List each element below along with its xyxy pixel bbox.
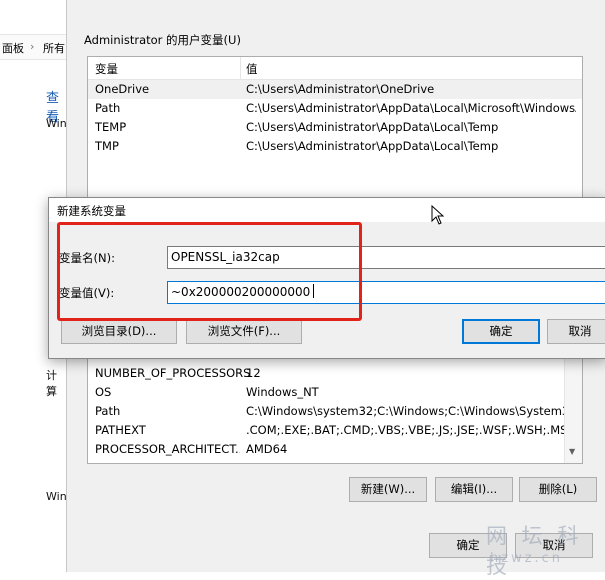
- breadcrumb-item-panel[interactable]: 面板: [2, 40, 24, 56]
- user-variables-label: Administrator 的用户变量(U): [84, 33, 241, 47]
- column-header-variable[interactable]: 变量: [95, 61, 118, 77]
- variable-name: Path: [95, 101, 121, 115]
- list-header: 变量 值: [88, 57, 582, 80]
- watermark-url: hzwz.cn: [490, 551, 564, 566]
- system-variables-list[interactable]: NUMBER_OF_PROCESSORS 12 OS Windows_NT Pa…: [87, 346, 583, 464]
- breadcrumb: 面板 › 所有: [0, 34, 66, 60]
- list-item[interactable]: PATHEXT .COM;.EXE;.BAT;.CMD;.VBS;.VBE;.J…: [88, 421, 582, 440]
- list-item[interactable]: TMP C:\Users\Administrator\AppData\Local…: [88, 137, 582, 156]
- watermark: 网 坛 科 技: [486, 524, 583, 578]
- variable-name: PATHEXT: [95, 423, 146, 437]
- variable-value: .COM;.EXE;.BAT;.CMD;.VBS;.VBE;.JS;.JSE;.…: [246, 423, 566, 437]
- list-item[interactable]: OneDrive C:\Users\Administrator\OneDrive: [88, 80, 582, 99]
- variable-value: C:\Users\Administrator\AppData\Local\Mic…: [246, 101, 576, 115]
- chevron-right-icon: ›: [30, 40, 35, 53]
- user-variables-list[interactable]: 变量 值 OneDrive C:\Users\Administrator\One…: [87, 56, 583, 198]
- breadcrumb-item-all[interactable]: 所有: [43, 40, 65, 56]
- variable-value: Windows_NT: [246, 385, 319, 399]
- background-text: Win: [46, 117, 67, 130]
- variable-name: NUMBER_OF_PROCESSORS: [95, 366, 251, 380]
- list-item[interactable]: TEMP C:\Users\Administrator\AppData\Loca…: [88, 118, 582, 137]
- scroll-down-icon[interactable]: ▼: [569, 447, 575, 456]
- dialog-ok-button[interactable]: 确定: [462, 319, 540, 344]
- variable-value: C:\Users\Administrator\AppData\Local\Tem…: [246, 139, 499, 153]
- variable-value: C:\Windows\system32;C:\Windows;C:\Window…: [246, 404, 566, 418]
- edit-variable-button[interactable]: 编辑(I)...: [435, 477, 513, 502]
- variable-name: PROCESSOR_ARCHITECT...: [95, 442, 240, 456]
- list-item[interactable]: NUMBER_OF_PROCESSORS 12: [88, 364, 582, 383]
- browse-file-button[interactable]: 浏览文件(F)...: [186, 319, 302, 344]
- dialog-titlebar[interactable]: 新建系统变量: [49, 198, 605, 222]
- variable-name: TMP: [95, 139, 119, 153]
- list-item[interactable]: Path C:\Users\Administrator\AppData\Loca…: [88, 99, 582, 118]
- list-item[interactable]: Path C:\Windows\system32;C:\Windows;C:\W…: [88, 402, 582, 421]
- variable-name: Path: [95, 404, 121, 418]
- variable-value: 12: [246, 366, 261, 380]
- annotation-highlight-box: [57, 222, 362, 321]
- mouse-pointer-icon: [431, 205, 445, 225]
- variable-value: C:\Users\Administrator\AppData\Local\Tem…: [246, 120, 499, 134]
- variable-name: TEMP: [95, 120, 127, 134]
- variable-name: OS: [95, 385, 112, 399]
- browse-directory-button[interactable]: 浏览目录(D)...: [61, 319, 177, 344]
- background-text: 计算: [46, 369, 57, 398]
- column-header-value[interactable]: 值: [246, 61, 258, 77]
- list-item[interactable]: PROCESSOR_ARCHITECT... AMD64: [88, 440, 582, 459]
- variable-value: AMD64: [246, 442, 288, 456]
- dialog-title: 新建系统变量: [57, 204, 126, 218]
- vertical-scrollbar[interactable]: ▲ ▼: [564, 347, 582, 463]
- new-variable-button[interactable]: 新建(W)...: [349, 477, 427, 502]
- delete-variable-button[interactable]: 删除(L): [519, 477, 597, 502]
- column-divider[interactable]: [240, 57, 241, 79]
- variable-value: C:\Users\Administrator\OneDrive: [246, 82, 435, 96]
- variable-name: OneDrive: [95, 82, 150, 96]
- background-text: Win: [46, 490, 67, 503]
- list-item[interactable]: OS Windows_NT: [88, 383, 582, 402]
- dialog-cancel-button[interactable]: 取消: [547, 319, 605, 344]
